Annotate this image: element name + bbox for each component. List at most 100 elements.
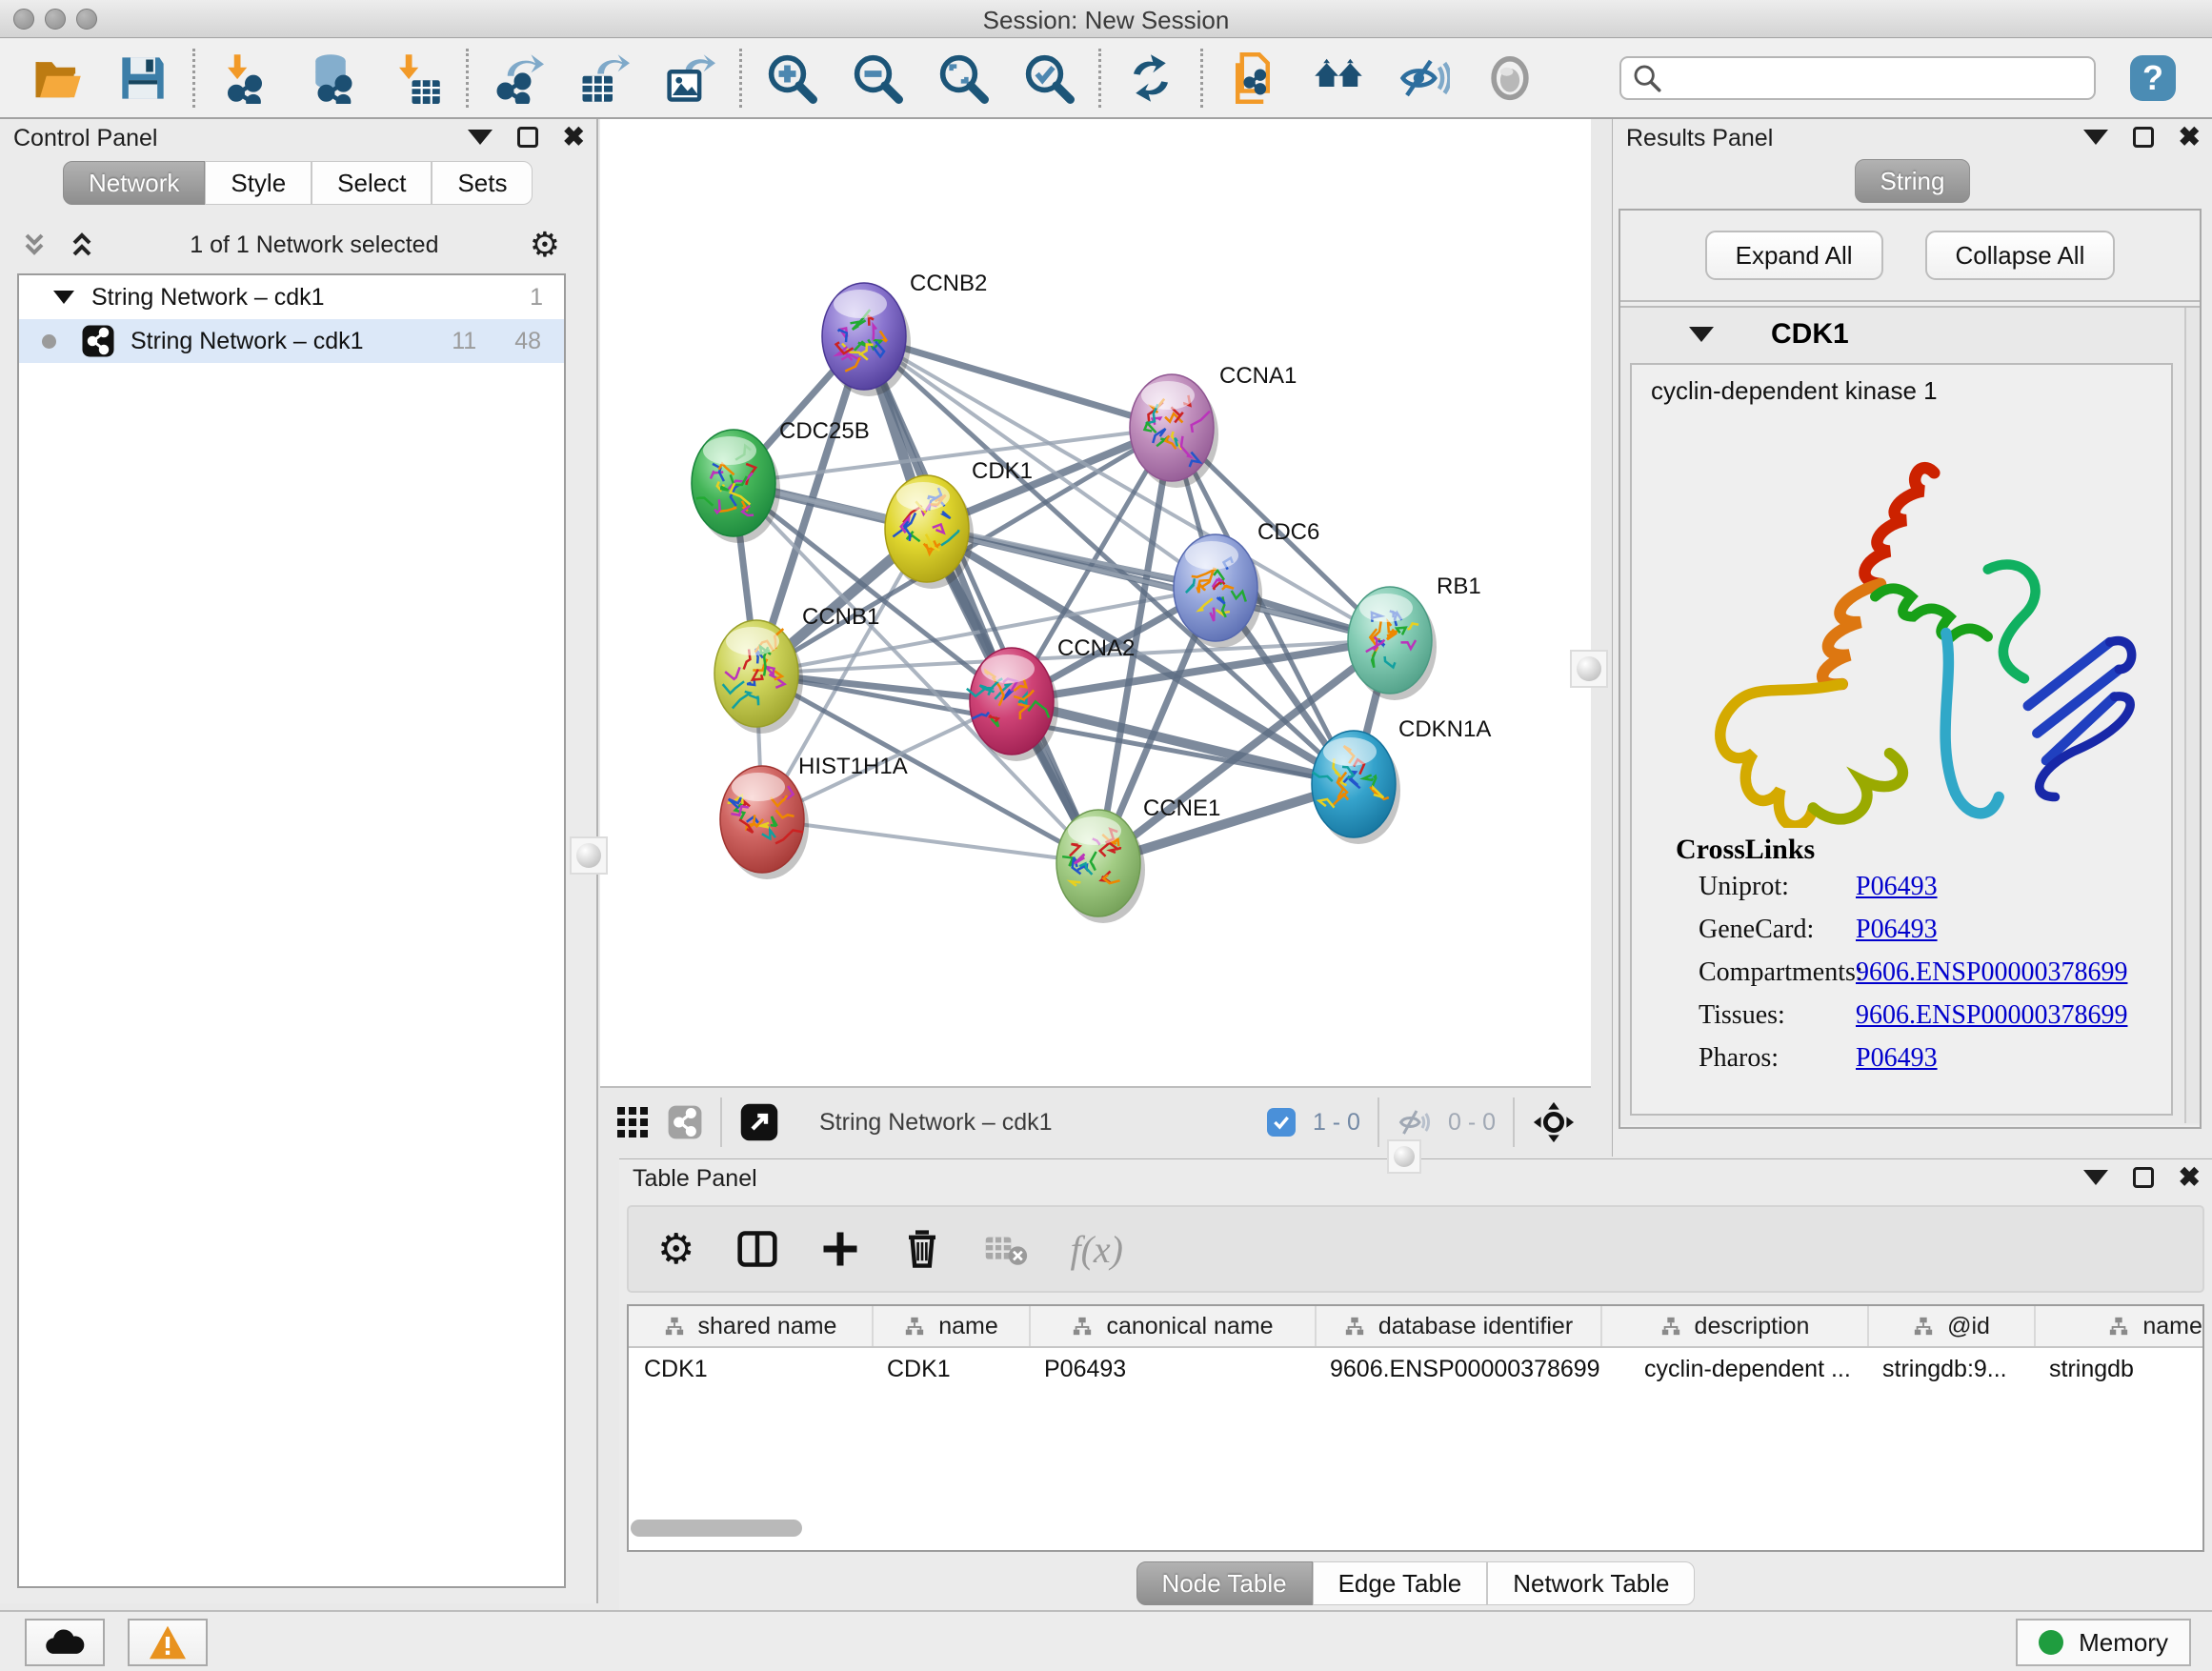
open-session-icon[interactable] [30, 51, 84, 105]
table-cell[interactable]: P06493 [1029, 1348, 1315, 1392]
export-network-icon[interactable] [492, 51, 545, 105]
node-label: HIST1H1A [798, 754, 908, 779]
network-options-gear-icon[interactable]: ⚙ [530, 225, 560, 265]
column-header-id[interactable]: @id [1867, 1306, 2034, 1346]
hidden-nodes-edges-count: 0 - 0 [1448, 1109, 1496, 1137]
crosslink-link[interactable]: P06493 [1856, 915, 1938, 945]
export-image-icon[interactable] [663, 51, 716, 105]
hidden-count-eye-slash-icon [1397, 1105, 1431, 1139]
table-cell[interactable]: stringdb [2034, 1348, 2204, 1392]
grid-view-icon[interactable] [615, 1105, 650, 1139]
node-table[interactable]: shared namenamecanonical namedatabase id… [627, 1304, 2204, 1552]
network-collection-row[interactable]: String Network – cdk1 1 [19, 275, 564, 319]
network-node-CDC25B[interactable]: CDC25B [692, 418, 870, 543]
tab-sets[interactable]: Sets [432, 161, 533, 205]
column-header-name[interactable]: name [872, 1306, 1029, 1346]
import-network-file-icon[interactable] [218, 51, 271, 105]
panel-menu-icon[interactable] [2083, 130, 2108, 145]
warnings-button[interactable] [128, 1619, 208, 1666]
collapse-all-button[interactable]: Collapse All [1925, 231, 2116, 280]
panel-close-icon[interactable]: ✖ [563, 127, 585, 148]
clone-network-icon[interactable] [1226, 51, 1279, 105]
crosslink-link[interactable]: 9606.ENSP00000378699 [1856, 1000, 2127, 1031]
network-canvas[interactable]: CCNB2CCNA1CDC25BCDK1CDC6RB1CCNB1CCNA2CDK… [600, 119, 1591, 1086]
zoom-out-icon[interactable] [851, 51, 904, 105]
network-node-CCNA2[interactable]: CCNA2 [967, 635, 1136, 761]
table-cell[interactable]: CDK1 [872, 1348, 1029, 1392]
network-node-RB1[interactable]: RB1 [1348, 574, 1481, 700]
panel-close-icon[interactable]: ✖ [2179, 127, 2201, 148]
column-header-description[interactable]: description [1600, 1306, 1867, 1346]
export-table-icon[interactable] [577, 51, 631, 105]
tab-network[interactable]: Network [63, 161, 205, 205]
tab-style[interactable]: Style [205, 161, 312, 205]
preview-eye-icon[interactable] [1483, 51, 1537, 105]
import-network-database-icon[interactable] [304, 51, 357, 105]
column-header-namespace[interactable]: namespace [2034, 1306, 2204, 1346]
tab-string[interactable]: String [1855, 159, 1971, 203]
tab-network-table[interactable]: Network Table [1487, 1561, 1695, 1605]
crosslink-link[interactable]: P06493 [1856, 872, 1938, 902]
left-splitter-handle[interactable] [570, 836, 608, 875]
results-scrollbar[interactable] [2184, 308, 2200, 1123]
memory-button[interactable]: Memory [2016, 1619, 2191, 1666]
column-header-sharedname[interactable]: shared name [629, 1306, 872, 1346]
network-node-CDKN1A[interactable]: CDKN1A [1312, 716, 1491, 844]
navigator-crosshair-icon[interactable] [1532, 1100, 1576, 1144]
tree-expander-icon[interactable] [53, 291, 74, 304]
column-header-canonicalname[interactable]: canonical name [1029, 1306, 1315, 1346]
delete-column-trash-icon[interactable] [902, 1229, 942, 1269]
search-input[interactable] [1663, 65, 2082, 91]
open-view-icon[interactable] [739, 1102, 779, 1142]
help-icon[interactable]: ? [2130, 55, 2176, 101]
tab-select[interactable]: Select [312, 161, 432, 205]
table-cell[interactable]: cyclin-dependent ... [1600, 1348, 1867, 1392]
network-node-HIST1H1A[interactable]: HIST1H1A [720, 754, 908, 879]
zoom-in-icon[interactable] [765, 51, 818, 105]
table-cell[interactable]: stringdb:9... [1867, 1348, 2034, 1392]
panel-float-icon[interactable] [517, 127, 538, 148]
hide-unhide-icon[interactable] [1398, 51, 1451, 105]
zoom-selected-icon[interactable] [1022, 51, 1076, 105]
expand-all-button[interactable]: Expand All [1705, 231, 1883, 280]
zoom-fit-icon[interactable] [936, 51, 990, 105]
table-row[interactable]: CDK1CDK1P064939606.ENSP00000378699cyclin… [629, 1348, 2202, 1392]
tab-edge-table[interactable]: Edge Table [1313, 1561, 1488, 1605]
network-row-selected[interactable]: String Network – cdk1 11 48 [19, 319, 564, 363]
selected-nodes-edges-count: 1 - 0 [1313, 1109, 1360, 1137]
save-session-icon[interactable] [116, 51, 170, 105]
table-cell[interactable]: 9606.ENSP00000378699 [1315, 1348, 1600, 1392]
network-node-CDC6[interactable]: CDC6 [1174, 519, 1319, 648]
selected-count-checkbox-icon[interactable] [1267, 1108, 1296, 1137]
import-table-icon[interactable] [390, 51, 443, 105]
cloud-button[interactable] [25, 1619, 105, 1666]
memory-label: Memory [2079, 1628, 2168, 1658]
table-settings-gear-icon[interactable]: ⚙ [657, 1225, 694, 1274]
network-edge-CCNB2-CCNE1[interactable] [864, 336, 1098, 863]
add-column-icon[interactable] [820, 1229, 860, 1269]
panel-menu-icon[interactable] [2083, 1170, 2108, 1185]
network-node-CCNB2[interactable]: CCNB2 [822, 271, 987, 396]
tab-node-table[interactable]: Node Table [1136, 1561, 1313, 1605]
crosslink-link[interactable]: P06493 [1856, 1043, 1938, 1074]
table-cell[interactable]: CDK1 [629, 1348, 872, 1392]
network-node-CCNE1[interactable]: CCNE1 [1056, 795, 1220, 923]
column-header-databaseidentifier[interactable]: database identifier [1315, 1306, 1600, 1346]
birdseye-share-icon[interactable] [667, 1104, 703, 1140]
string-home-icon[interactable] [1312, 51, 1365, 105]
expand-all-icon[interactable] [65, 228, 99, 262]
panel-float-icon[interactable] [2133, 1167, 2154, 1188]
panel-menu-icon[interactable] [468, 130, 493, 145]
table-horizontal-scrollbar[interactable] [631, 1520, 802, 1537]
memory-status-icon [2039, 1630, 2063, 1655]
right-splitter-handle[interactable] [1570, 650, 1608, 688]
collapse-all-icon[interactable] [17, 228, 51, 262]
bottom-splitter-handle[interactable] [1387, 1139, 1421, 1174]
refresh-icon[interactable] [1124, 51, 1177, 105]
crosslink-link[interactable]: 9606.ENSP00000378699 [1856, 957, 2127, 988]
network-edge-CCNE1-HIST1H1A[interactable] [762, 819, 1098, 863]
panel-float-icon[interactable] [2133, 127, 2154, 148]
gene-collapse-icon[interactable] [1689, 327, 1714, 342]
panel-close-icon[interactable]: ✖ [2179, 1167, 2201, 1188]
show-columns-icon[interactable] [736, 1228, 778, 1270]
